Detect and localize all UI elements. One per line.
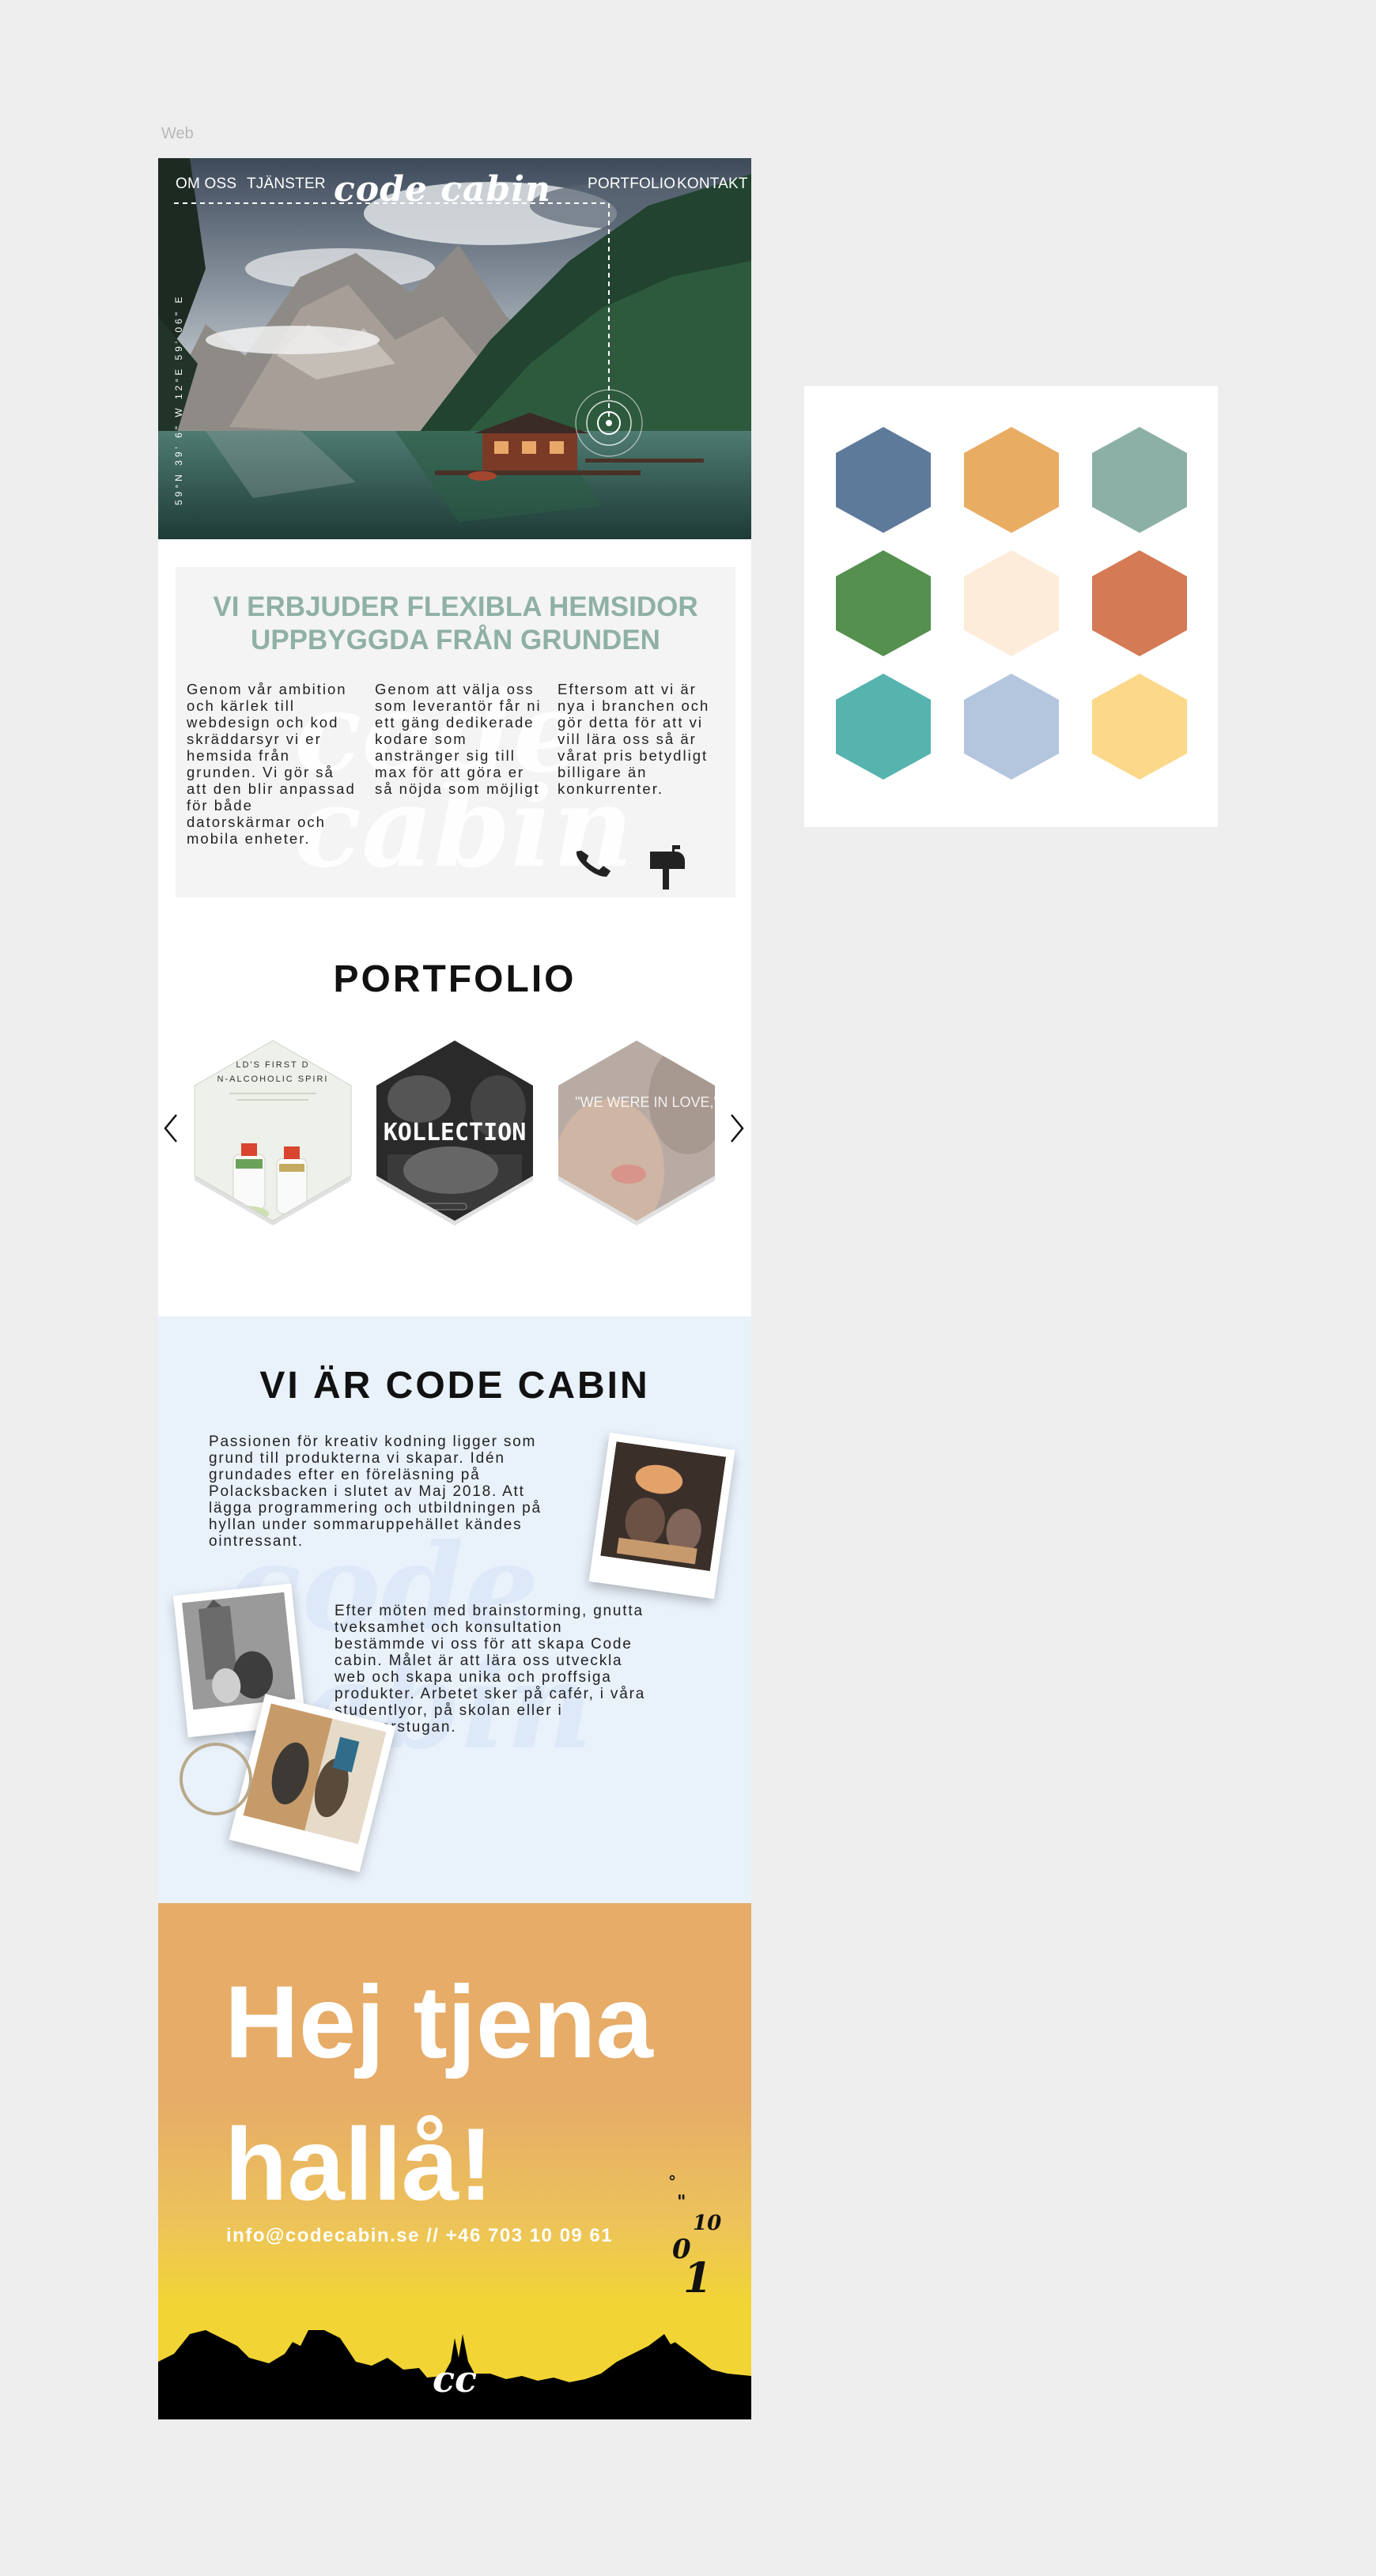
footer-logo[interactable]: cc xyxy=(158,2358,751,2400)
about-paragraph-2: Efter möten med brainstorming, gnutta tv… xyxy=(335,1603,646,1736)
contact-info[interactable]: info@codecabin.se // +46 703 10 09 61 xyxy=(226,2225,613,2247)
portfolio-item-spirit[interactable]: LD'S FIRST D N-ALCOHOLIC SPIRI xyxy=(190,1036,356,1226)
portfolio-title: PORTFOLIO xyxy=(333,958,576,1000)
contact-headline: Hej tjena hallå! xyxy=(225,1964,653,2222)
swatch-yellow xyxy=(1092,674,1187,780)
intro-text-col1: Genom vår ambition och kärlek till webde… xyxy=(187,681,356,847)
swatch-cream xyxy=(964,550,1059,656)
binary-char-3: 10 xyxy=(693,2212,722,2235)
hero-landscape-image xyxy=(158,158,751,539)
portfolio-item-love[interactable]: "WE WERE IN LOVE," xyxy=(554,1036,720,1226)
mailbox-icon[interactable] xyxy=(647,845,688,895)
site-logo[interactable]: code cabin xyxy=(334,169,551,210)
spirit-text-line2: N-ALCOHOLIC SPIRI xyxy=(217,1075,329,1084)
intro-title: VI ERBJUDER FLEXIBLA HEMSIDOR UPPBYGGDA … xyxy=(213,591,698,655)
nav-om-oss[interactable]: OM OSS xyxy=(176,176,236,193)
swatch-teal xyxy=(836,674,931,780)
keyring-decoration xyxy=(180,1743,252,1815)
binary-char-2: " xyxy=(677,2192,686,2212)
photo-cafe xyxy=(588,1432,735,1600)
intro-section: code cabin VI ERBJUDER FLEXIBLA HEMSIDOR… xyxy=(176,567,735,897)
contact-section: Hej tjena hallå! info@codecabin.se // +4… xyxy=(158,1903,751,2419)
about-title: VI ÄR CODE CABIN xyxy=(259,1365,650,1407)
swatch-sage xyxy=(1092,427,1187,533)
spirit-text-line1: LD'S FIRST D xyxy=(236,1060,309,1070)
hero-coordinates: 59°N 39' 6" W 12°E 59' 06" E xyxy=(173,293,184,505)
artboard-label: Web xyxy=(161,125,194,142)
portfolio-item-kollection[interactable]: KOLLECTION xyxy=(372,1036,538,1226)
portfolio-prev-arrow[interactable] xyxy=(163,1112,179,1148)
web-page: OM OSS TJÄNSTER code cabin PORTFOLIO KON… xyxy=(158,158,751,2419)
hero-section: OM OSS TJÄNSTER code cabin PORTFOLIO KON… xyxy=(158,158,751,539)
swatch-orange xyxy=(964,427,1059,533)
color-palette xyxy=(804,386,1218,827)
about-section: code cabin VI ÄR CODE CABIN Passionen fö… xyxy=(158,1316,751,1903)
intro-text-col3: Eftersom att vi är nya i branchen och gö… xyxy=(558,681,710,797)
swatch-green xyxy=(836,550,931,656)
phone-icon[interactable] xyxy=(573,840,617,889)
love-text: "WE WERE IN LOVE," xyxy=(575,1094,719,1110)
nav-kontakt[interactable]: KONTAKT xyxy=(677,176,748,193)
binary-char-5: 1 xyxy=(683,2254,713,2302)
nav-tjanster[interactable]: TJÄNSTER xyxy=(247,176,326,193)
about-paragraph-1: Passionen för kreativ kodning ligger som… xyxy=(209,1433,542,1550)
swatch-light-blue xyxy=(964,674,1059,780)
binary-char-1: ° xyxy=(668,2172,676,2191)
swatch-slate-blue xyxy=(836,427,931,533)
intro-text-col2: Genom att välja oss som leverantör får n… xyxy=(375,681,542,797)
nav-portfolio[interactable]: PORTFOLIO xyxy=(588,176,675,193)
swatch-terracotta xyxy=(1092,550,1187,656)
kollection-text: KOLLECTION xyxy=(384,1119,527,1146)
portfolio-next-arrow[interactable] xyxy=(729,1112,745,1148)
